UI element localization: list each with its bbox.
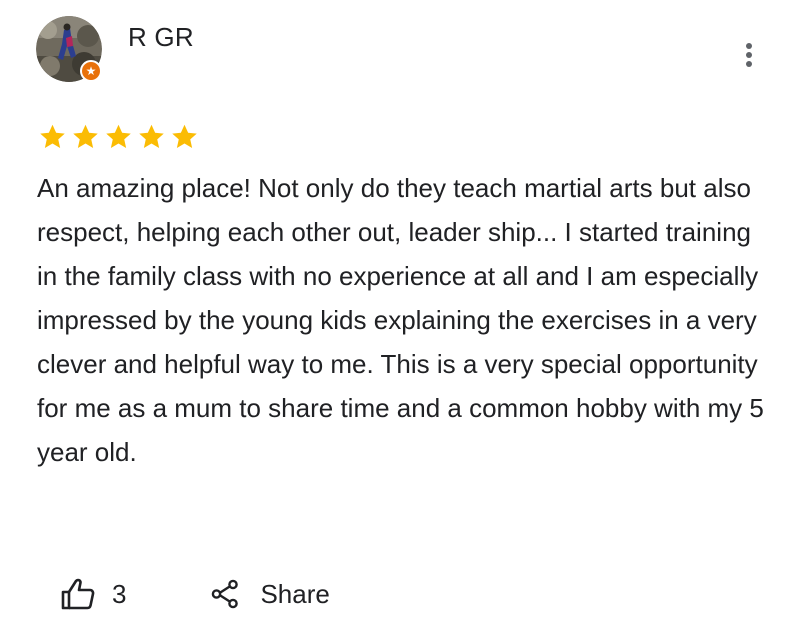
share-button[interactable]: Share (210, 578, 330, 610)
star-icon (106, 124, 131, 148)
like-button[interactable]: 3 (60, 577, 126, 611)
star-icon (73, 124, 98, 148)
star-icon (139, 124, 164, 148)
star-rating (36, 122, 201, 152)
star-icon (40, 124, 65, 148)
more-vert-icon (746, 43, 752, 67)
like-count: 3 (112, 578, 127, 609)
reviewer-name[interactable]: R GR (128, 22, 194, 53)
share-icon (212, 579, 239, 609)
star-badge-icon: ★ (85, 64, 97, 78)
thumb-up-icon (61, 578, 95, 610)
star-icon (172, 124, 197, 148)
review-actions: 3 Share (60, 572, 330, 616)
local-guide-badge: ★ (80, 60, 102, 82)
reviewer-avatar[interactable]: ★ (36, 16, 102, 82)
review-text: An amazing place! Not only do they teach… (37, 173, 764, 467)
more-options-button[interactable] (730, 36, 768, 74)
share-label: Share (260, 578, 330, 609)
